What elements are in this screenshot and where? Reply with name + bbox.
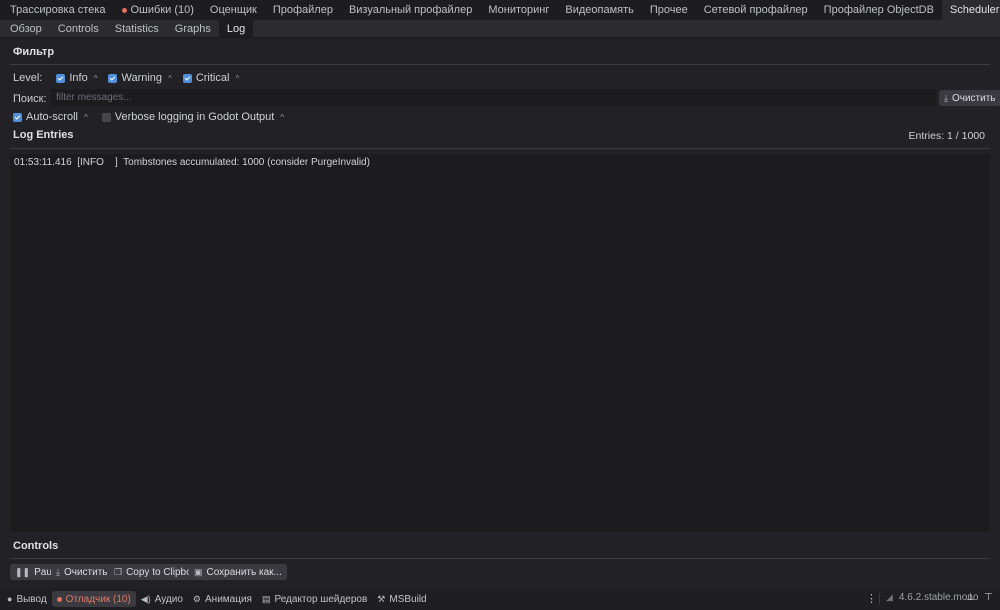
tab-monitors[interactable]: Мониторинг <box>480 0 557 20</box>
error-dot-icon <box>121 7 127 13</box>
broom-icon: ⤓ <box>56 566 60 577</box>
animation-icon: ⚙ <box>192 593 201 604</box>
pause-icon: ❚❚ <box>15 566 31 577</box>
level-critical-checkbox[interactable]: Critical ^ <box>182 72 240 84</box>
controls-title: Controls <box>13 540 59 552</box>
tab-video-memory[interactable]: Видеопамять <box>557 0 642 20</box>
bottom-tab-animation[interactable]: ⚙ Анимация <box>188 591 257 607</box>
version-label[interactable]: ◢ 4.6.2.stable.mono <box>886 592 978 603</box>
verbose-logging-checkbox[interactable]: Verbose logging in Godot Output ^ <box>101 111 285 123</box>
tab-evaluator[interactable]: Оценщик <box>202 0 265 20</box>
level-label: Level: <box>13 72 43 84</box>
save-as-button[interactable]: ▣ Сохранить как... <box>189 564 287 580</box>
autoscroll-checkbox[interactable]: Auto-scroll ^ <box>13 111 88 123</box>
log-entries-title: Log Entries <box>13 129 74 141</box>
clear-log-button[interactable]: ⤓ Очистить <box>51 564 113 580</box>
checkbox-checked-icon <box>13 112 22 122</box>
bottom-tab-msbuild[interactable]: ⚒ MSBuild <box>372 591 431 607</box>
filter-divider <box>10 64 990 65</box>
tab-scheduler[interactable]: Scheduler <box>941 0 1000 20</box>
filter-title: Фильтр <box>13 46 55 58</box>
tab-stack-trace[interactable]: Трассировка стека <box>2 0 114 20</box>
bottom-tab-audio[interactable]: ◀) Аудио <box>136 591 188 607</box>
clear-filter-button[interactable]: ⤓ Очистить <box>939 90 1000 106</box>
tab-statistics[interactable]: Statistics <box>107 20 167 37</box>
bottom-tab-debugger[interactable]: Отладчик (10) <box>51 591 136 607</box>
tab-misc[interactable]: Прочее <box>642 0 696 20</box>
bottom-tab-shader-editor[interactable]: ▤ Редактор шейдеров <box>257 591 372 607</box>
separator <box>879 593 880 605</box>
checkbox-checked-icon <box>182 73 192 83</box>
log-panel: Фильтр Level: Info ^ Warning ^ Critical … <box>0 38 1000 588</box>
entries-count: Entries: 1 / 1000 <box>908 130 985 142</box>
godot-icon: ◢ <box>886 592 893 602</box>
options-row: Auto-scroll ^ Verbose logging in Godot O… <box>13 111 284 123</box>
checkbox-checked-icon <box>56 73 66 83</box>
tab-errors[interactable]: Ошибки (10) <box>114 0 202 20</box>
search-input[interactable] <box>51 89 936 106</box>
level-warning-checkbox[interactable]: Warning ^ <box>108 72 172 84</box>
log-entry: 01:53:11.416 [INFO ] Tombstones accumula… <box>14 157 370 168</box>
tab-profiler[interactable]: Профайлер <box>265 0 341 20</box>
controls-divider <box>10 558 990 559</box>
bottom-panel-bar: ● Вывод Отладчик (10) ◀) Аудио ⚙ Анимаци… <box>0 588 1000 610</box>
log-divider <box>10 148 990 149</box>
more-options-icon[interactable]: ⋮ <box>866 592 877 605</box>
caret-icon: ^ <box>235 73 240 83</box>
caret-icon: ^ <box>93 73 98 83</box>
pin-icon[interactable]: ⊥ <box>966 592 975 603</box>
tab-controls[interactable]: Controls <box>50 20 107 37</box>
save-icon: ▣ <box>194 566 203 577</box>
checkbox-checked-icon <box>108 73 118 83</box>
tab-network-profiler[interactable]: Сетевой профайлер <box>696 0 816 20</box>
audio-icon: ◀) <box>140 593 151 604</box>
broom-icon: ⤓ <box>944 92 948 103</box>
bottom-tab-output[interactable]: ● Вывод <box>2 591 52 607</box>
log-output[interactable]: 01:53:11.416 [INFO ] Tombstones accumula… <box>10 154 990 532</box>
tab-log[interactable]: Log <box>218 20 254 37</box>
tab-visual-profiler[interactable]: Визуальный профайлер <box>341 0 480 20</box>
level-info-checkbox[interactable]: Info ^ <box>56 72 97 84</box>
caret-icon: ^ <box>280 112 285 122</box>
output-icon: ● <box>7 594 13 604</box>
debugger-icon <box>56 596 62 602</box>
checkbox-unchecked-icon <box>101 112 111 122</box>
hammer-icon: ⚒ <box>377 593 386 604</box>
debugger-tab-bar: Трассировка стека Ошибки (10) Оценщик Пр… <box>0 0 1000 20</box>
search-label: Поиск: <box>13 93 47 105</box>
tab-graphs[interactable]: Graphs <box>167 20 219 37</box>
tab-overview[interactable]: Обзор <box>2 20 50 37</box>
expand-panel-icon[interactable]: ⊤ <box>984 592 993 603</box>
caret-icon: ^ <box>83 112 88 122</box>
copy-icon: ❐ <box>114 566 123 577</box>
level-row: Level: Info ^ Warning ^ Critical ^ <box>13 72 239 84</box>
shader-icon: ▤ <box>261 593 271 604</box>
scheduler-sub-tabs: Обзор Controls Statistics Graphs Log <box>0 20 1000 38</box>
caret-icon: ^ <box>168 73 172 83</box>
tab-objectdb-profiler[interactable]: Профайлер ObjectDB <box>816 0 942 20</box>
